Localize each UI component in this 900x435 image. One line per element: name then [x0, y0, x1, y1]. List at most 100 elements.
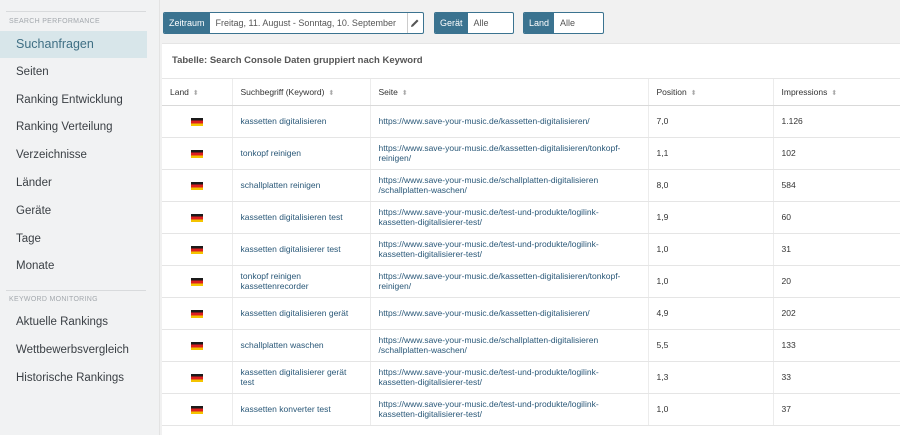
impressions-cell: 133 — [773, 329, 900, 362]
keyword-text[interactable]: kassetten digitalisierer gerät test — [241, 367, 362, 387]
sidebar-item-ranking-verteilung[interactable]: Ranking Verteilung — [0, 114, 147, 141]
sidebar-item-tage[interactable]: Tage — [0, 226, 147, 253]
keyword-text[interactable]: kassetten digitalisieren gerät — [241, 308, 362, 318]
page-url-text[interactable]: https://www.save-your-music.de/kassetten… — [379, 271, 640, 281]
page-url-cell[interactable]: https://www.save-your-music.de/schallpla… — [370, 329, 649, 362]
sidebar-divider — [6, 290, 146, 291]
filter-geraet-value[interactable]: Alle geräte — [468, 13, 513, 33]
page-url-text[interactable]: /schallplatten-waschen/ — [379, 185, 640, 195]
table-row[interactable]: kassetten digitalisierer test https://www… — [162, 233, 900, 266]
keyword-cell[interactable]: tonkopf reinigen kassettenrecorder — [232, 265, 371, 298]
sort-icon[interactable]: ⬍ — [831, 90, 837, 97]
page-url-text[interactable]: https://www.save-your-music.de/test-und-… — [379, 399, 640, 409]
keyword-cell[interactable]: schallplatten waschen — [232, 329, 371, 362]
page-url-cell[interactable]: https://www.save-your-music.de/test-und-… — [370, 393, 649, 426]
page-url-text[interactable]: reinigen/ — [379, 281, 640, 291]
germany-flag-icon — [190, 213, 203, 222]
page-url-cell[interactable]: https://www.save-your-music.de/kassetten… — [370, 105, 649, 138]
page-url-cell[interactable]: https://www.save-your-music.de/test-und-… — [370, 201, 649, 234]
page-url-text[interactable]: /schallplatten-waschen/ — [379, 345, 640, 355]
filter-zeitraum-value[interactable]: Freitag, 11. August - Sonntag, 10. Septe… — [210, 13, 407, 33]
page-url-text[interactable]: kassetten-digitalisierer-test/ — [379, 377, 640, 387]
page-url-text[interactable]: https://www.save-your-music.de/test-und-… — [379, 367, 640, 377]
table-row[interactable]: kassetten digitalisieren https://www.save… — [162, 105, 900, 138]
sidebar-item-geräte[interactable]: Geräte — [0, 198, 147, 225]
table-row[interactable]: kassetten digitalisierer gerät test https… — [162, 361, 900, 394]
table-row[interactable]: schallplatten reinigen https://www.save-y… — [162, 169, 900, 202]
page-url-cell[interactable]: https://www.save-your-music.de/kassetten… — [370, 297, 649, 330]
keyword-text[interactable]: kassetten digitalisieren — [241, 116, 362, 126]
page-url-text[interactable]: https://www.save-your-music.de/test-und-… — [379, 207, 640, 217]
page-url-cell[interactable]: https://www.save-your-music.de/kassetten… — [370, 265, 649, 298]
page-url-text[interactable]: https://www.save-your-music.de/schallpla… — [379, 335, 640, 345]
keyword-text[interactable]: schallplatten waschen — [241, 340, 362, 350]
page-url-text[interactable]: kassetten-digitalisierer-test/ — [379, 217, 640, 227]
keyword-text[interactable]: tonkopf reinigen — [241, 148, 362, 158]
pencil-icon[interactable] — [406, 13, 424, 33]
germany-flag-icon — [190, 245, 203, 254]
table-row[interactable]: tonkopf reinigen https://www.save-your-mu… — [162, 137, 900, 170]
page-url-text[interactable]: kassetten-digitalisierer-test/ — [379, 409, 640, 419]
page-url-cell[interactable]: https://www.save-your-music.de/schallpla… — [370, 169, 649, 202]
keyword-text[interactable]: kassetten digitalisieren test — [241, 212, 362, 222]
filter-zeitraum[interactable]: Zeitraum Freitag, 11. August - Sonntag, … — [163, 12, 424, 34]
page-url-text[interactable]: https://www.save-your-music.de/kassetten… — [379, 116, 640, 126]
position-cell: 7,0 — [648, 105, 774, 138]
page-url-cell[interactable]: https://www.save-your-music.de/test-und-… — [370, 233, 649, 266]
keyword-text[interactable]: kassetten digitalisierer test — [241, 244, 362, 254]
country-cell — [162, 137, 233, 170]
column-header[interactable]: Suchbegriff (Keyword) ⬍ — [232, 79, 371, 106]
page-url-text[interactable]: reinigen/ — [379, 153, 640, 163]
keyword-text[interactable]: kassettenrecorder — [241, 281, 362, 291]
sidebar-item-suchanfragen[interactable]: Suchanfragen — [0, 31, 147, 58]
sort-icon[interactable]: ⬍ — [328, 90, 334, 97]
keyword-text[interactable]: tonkopf reinigen — [241, 271, 362, 281]
sidebar-item-verzeichnisse[interactable]: Verzeichnisse — [0, 142, 147, 169]
column-header[interactable]: Land ⬍ — [162, 79, 233, 106]
column-header[interactable]: Impressions ⬍ — [773, 79, 900, 106]
page-url-text[interactable]: https://www.save-your-music.de/kassetten… — [379, 143, 640, 153]
sort-icon[interactable]: ⬍ — [193, 90, 199, 97]
column-header[interactable]: Position ⬍ — [648, 79, 774, 106]
keyword-cell[interactable]: kassetten digitalisierer test — [232, 233, 371, 266]
sidebar-item-ranking-entwicklung[interactable]: Ranking Entwicklung — [0, 87, 147, 114]
filter-land-value[interactable]: Alle Länder — [554, 13, 603, 33]
page-url-cell[interactable]: https://www.save-your-music.de/test-und-… — [370, 361, 649, 394]
keyword-cell[interactable]: kassetten digitalisierer gerät test — [232, 361, 371, 394]
germany-flag-icon — [190, 117, 203, 126]
table-row[interactable]: kassetten digitalisieren test https://www… — [162, 201, 900, 234]
sort-icon[interactable]: ⬍ — [691, 90, 697, 97]
table-row[interactable]: schallplatten waschen https://www.save-yo… — [162, 329, 900, 362]
keyword-text[interactable]: schallplatten reinigen — [241, 180, 362, 190]
page-url-text[interactable]: https://www.save-your-music.de/schallpla… — [379, 175, 640, 185]
sort-icon[interactable]: ⬍ — [402, 90, 408, 97]
germany-flag-icon — [190, 149, 203, 158]
table-row[interactable]: kassetten digitalisieren gerät https://ww… — [162, 297, 900, 330]
impressions-cell: 584 — [773, 169, 900, 202]
position-cell: 1,9 — [648, 201, 774, 234]
filter-geraet[interactable]: Gerät Alle geräte — [434, 12, 514, 34]
column-header-label: Suchbegriff (Keyword) — [240, 86, 325, 97]
keyword-cell[interactable]: tonkopf reinigen — [232, 137, 371, 170]
page-url-text[interactable]: kassetten-digitalisierer-test/ — [379, 249, 640, 259]
page-url-text[interactable]: https://www.save-your-music.de/test-und-… — [379, 239, 640, 249]
sidebar-item-länder[interactable]: Länder — [0, 170, 147, 197]
sidebar-item-seiten[interactable]: Seiten — [0, 59, 147, 86]
page-url-cell[interactable]: https://www.save-your-music.de/kassetten… — [370, 137, 649, 170]
page-url-text[interactable]: https://www.save-your-music.de/kassetten… — [379, 308, 640, 318]
keyword-text[interactable]: kassetten konverter test — [241, 404, 362, 414]
germany-flag-icon — [190, 277, 203, 286]
sidebar-item-wettbewerbsvergleich[interactable]: Wettbewerbsvergleich — [0, 337, 147, 364]
table-row[interactable]: kassetten konverter test https://www.save… — [162, 393, 900, 426]
table-row[interactable]: tonkopf reinigen kassettenrecorder https:/… — [162, 265, 900, 298]
sidebar-item-historische-rankings[interactable]: Historische Rankings — [0, 365, 147, 392]
keyword-cell[interactable]: kassetten konverter test — [232, 393, 371, 426]
sidebar-item-aktuelle-rankings[interactable]: Aktuelle Rankings — [0, 309, 147, 336]
sidebar-item-monate[interactable]: Monate — [0, 253, 147, 280]
keyword-cell[interactable]: kassetten digitalisieren gerät — [232, 297, 371, 330]
keyword-cell[interactable]: schallplatten reinigen — [232, 169, 371, 202]
column-header[interactable]: Seite ⬍ — [370, 79, 649, 106]
keyword-cell[interactable]: kassetten digitalisieren test — [232, 201, 371, 234]
filter-land[interactable]: Land Alle Länder — [523, 12, 604, 34]
keyword-cell[interactable]: kassetten digitalisieren — [232, 105, 371, 138]
